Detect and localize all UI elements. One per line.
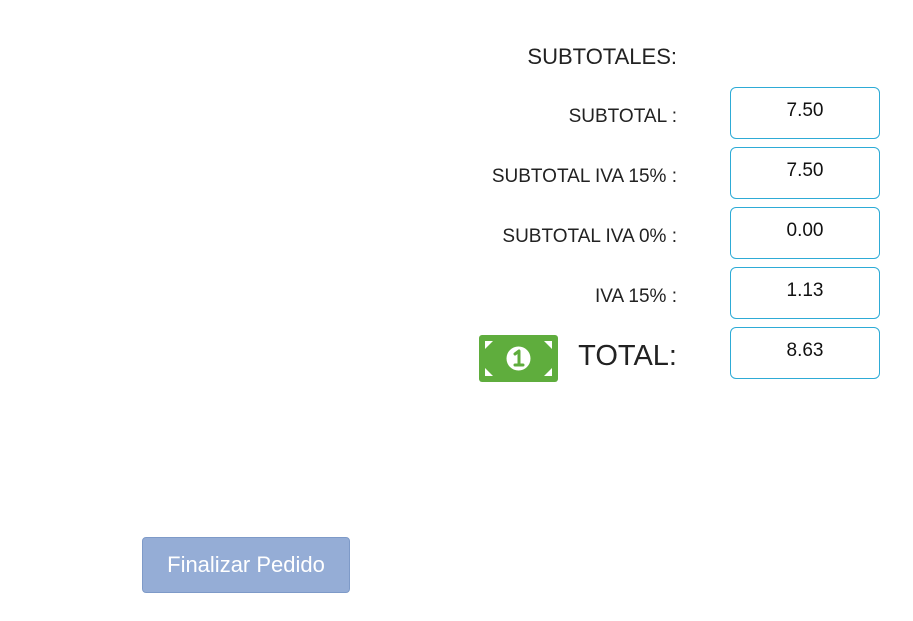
total-label: TOTAL: [578,340,677,372]
subtotal-iva-15-field[interactable]: 7.50 [730,147,880,199]
subtotals-heading: SUBTOTALES: [527,44,677,69]
order-summary-page: SUBTOTALES: SUBTOTAL : 7.50 SUBTOTAL IVA… [0,0,913,621]
money-bill-icon [479,335,558,382]
subtotal-label: SUBTOTAL : [568,106,677,127]
subtotal-field[interactable]: 7.50 [730,87,880,139]
subtotal-iva-15-label: SUBTOTAL IVA 15% : [491,166,677,187]
subtotal-iva-0-field[interactable]: 0.00 [730,207,880,259]
total-field[interactable]: 8.63 [730,327,880,379]
iva-15-field[interactable]: 1.13 [730,267,880,319]
subtotal-iva-0-label: SUBTOTAL IVA 0% : [502,226,677,247]
iva-15-label: IVA 15% : [594,286,677,307]
finalize-order-button[interactable]: Finalizar Pedido [142,537,350,593]
